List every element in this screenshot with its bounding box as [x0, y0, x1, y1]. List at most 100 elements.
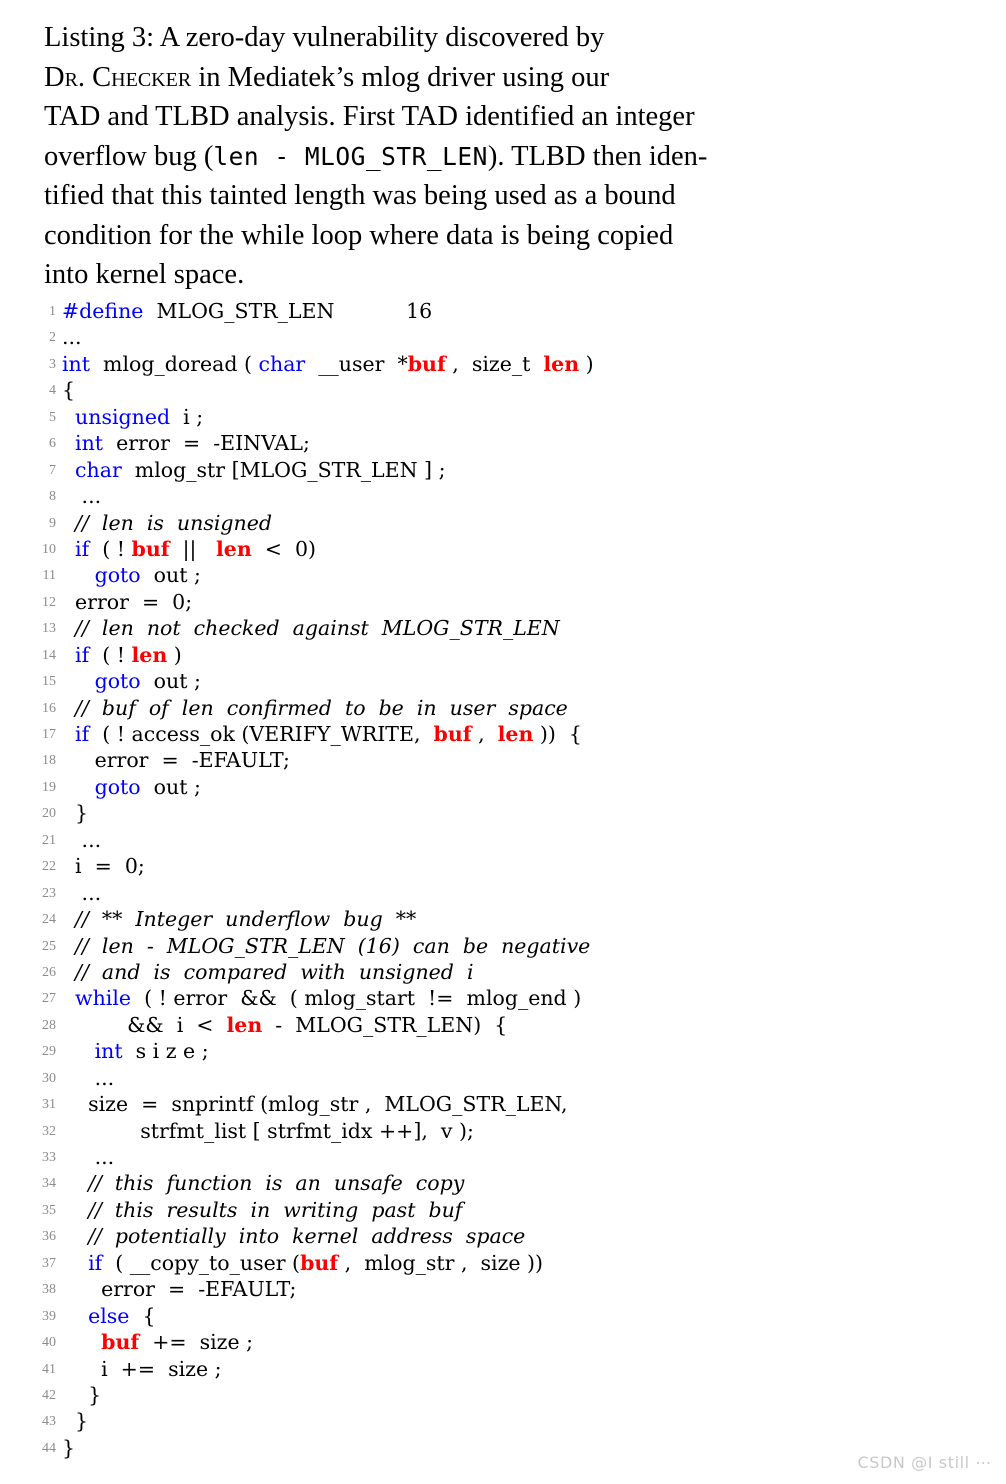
code-line-content: // len not checked against MLOG_STR_LEN: [62, 615, 560, 641]
code-keyword: if: [75, 722, 90, 746]
code-line-number: 39: [42, 1308, 56, 1324]
code-line-number: 22: [42, 859, 56, 875]
code-comment: // this function is an unsafe copy: [88, 1171, 465, 1196]
code-line: 26 // and is compared with unsigned i: [0, 959, 1006, 985]
code-line-content: i += size ;: [62, 1356, 221, 1382]
code-plain: strfmt_list [ strfmt_idx ++], v );: [62, 1118, 474, 1143]
code-line-content: error = -EFAULT;: [62, 747, 290, 773]
code-line-content: // potentially into kernel address space: [62, 1223, 525, 1249]
code-plain: ( ! access_ok (VERIFY_WRITE,: [89, 722, 434, 746]
code-line: 3 int mlog_doread ( char __user *buf , si…: [0, 351, 1006, 377]
code-line-number: 2: [49, 330, 56, 346]
code-plain: s i z e ;: [122, 1039, 209, 1064]
code-line-content: error = 0;: [62, 589, 192, 615]
code-plain: [62, 405, 75, 429]
code-plain: ( __copy_to_user (: [102, 1250, 301, 1275]
code-plain: }: [62, 801, 89, 826]
code-plain: [62, 960, 75, 984]
code-keyword: else: [88, 1303, 130, 1328]
code-plain: && i <: [62, 1012, 227, 1037]
code-comment: // ** Integer underflow bug **: [75, 907, 417, 932]
code-line-content: // buf of len confirmed to be in user sp…: [62, 695, 568, 721]
code-line: 14 if ( ! len ): [0, 642, 1006, 668]
code-line-content: ...: [62, 483, 102, 509]
caption-line: tified that this tainted length was bein…: [44, 176, 796, 216]
code-line-number: 28: [42, 1017, 56, 1033]
code-line-number: 12: [42, 594, 56, 610]
code-plain: {: [129, 1303, 156, 1328]
code-tainted-variable: buf: [407, 351, 446, 376]
code-line-content: // len - MLOG_STR_LEN (16) can be negati…: [62, 933, 590, 959]
code-plain: , mlog_str , size )): [338, 1250, 544, 1275]
code-line: 1 #define MLOG_STR_LEN 16: [0, 298, 1006, 324]
code-line-content: strfmt_list [ strfmt_idx ++], v );: [62, 1118, 474, 1144]
code-line: 17 if ( ! access_ok (VERIFY_WRITE, buf ,…: [0, 721, 1006, 747]
code-keyword: char: [75, 457, 122, 482]
code-line-number: 34: [42, 1176, 56, 1192]
code-line: 22 i = 0;: [0, 853, 1006, 879]
code-plain: size = snprintf (mlog_str , MLOG_STR_LEN…: [62, 1092, 568, 1117]
code-line-content: // this function is an unsafe copy: [62, 1170, 464, 1196]
code-line-number: 23: [42, 885, 56, 901]
code-line-number: 8: [49, 489, 56, 505]
code-line: 36 // potentially into kernel address sp…: [0, 1223, 1006, 1249]
code-plain: error = 0;: [62, 589, 193, 614]
code-line-content: int error = -EINVAL;: [62, 430, 310, 456]
code-line-number: 40: [42, 1335, 56, 1351]
code-line-number: 27: [42, 991, 56, 1007]
code-line-number: 35: [42, 1202, 56, 1218]
code-plain: [62, 643, 75, 667]
code-line-number: 19: [42, 779, 56, 795]
code-tainted-variable: buf: [101, 1330, 140, 1355]
code-plain: - MLOG_STR_LEN) {: [262, 1012, 508, 1037]
code-plain: [62, 537, 75, 561]
code-plain: ): [167, 642, 182, 667]
code-line-content: // len is unsigned: [62, 510, 272, 536]
caption-line: Listing 3: A zero-day vulnerability disc…: [44, 18, 796, 58]
code-line: 28 && i < len - MLOG_STR_LEN) {: [0, 1012, 1006, 1038]
code-plain: i = 0;: [62, 854, 145, 879]
code-line: 42 }: [0, 1382, 1006, 1408]
code-line: 21 ...: [0, 827, 1006, 853]
code-keyword: if: [75, 536, 90, 561]
code-plain: ...: [62, 325, 82, 350]
code-keyword: #define: [62, 299, 144, 323]
code-tainted-variable: len: [131, 642, 168, 667]
code-tainted-variable: buf: [131, 536, 170, 561]
code-comment: // len - MLOG_STR_LEN (16) can be negati…: [75, 933, 591, 958]
code-keyword: goto: [94, 669, 141, 694]
code-line-content: #define MLOG_STR_LEN 16: [62, 298, 432, 324]
code-plain: += size ;: [139, 1330, 254, 1355]
code-line-content: }: [62, 800, 88, 826]
code-line-number: 3: [49, 356, 56, 372]
code-keyword: goto: [94, 774, 141, 799]
code-line-content: ...: [62, 1144, 115, 1170]
code-line: 24 // ** Integer underflow bug **: [0, 906, 1006, 932]
caption-text: TAD and TLBD analysis. First TAD identif…: [44, 101, 695, 132]
code-line: 30 ...: [0, 1065, 1006, 1091]
code-line-content: goto out ;: [62, 774, 201, 800]
caption-text: Listing 3: A zero-day vulnerability disc…: [44, 22, 605, 53]
code-plain: [62, 775, 95, 799]
code-keyword: if: [75, 642, 90, 667]
code-line-content: goto out ;: [62, 562, 201, 588]
code-line-number: 30: [42, 1070, 56, 1086]
code-plain: ...: [62, 880, 102, 905]
caption-line: Dr. Checker in Mediatek’s mlog driver us…: [44, 58, 796, 98]
caption-line: into kernel space.: [44, 255, 796, 295]
code-line-content: if ( __copy_to_user (buf , mlog_str , si…: [62, 1250, 543, 1276]
caption-text: in Mediatek’s mlog driver using our: [191, 61, 610, 93]
code-line: 35 // this results in writing past buf: [0, 1197, 1006, 1223]
code-comment: // potentially into kernel address space: [88, 1224, 526, 1249]
code-keyword: goto: [94, 563, 141, 588]
code-plain: out ;: [140, 669, 201, 694]
caption-text: into kernel space.: [44, 259, 245, 290]
code-plain: error = -EINVAL;: [103, 431, 310, 456]
caption-line: TAD and TLBD analysis. First TAD identif…: [44, 97, 796, 137]
code-line: 40 buf += size ;: [0, 1329, 1006, 1355]
code-plain: [62, 1330, 101, 1354]
code-line: 29 int s i z e ;: [0, 1038, 1006, 1064]
code-plain: [62, 722, 75, 746]
code-plain: [62, 669, 95, 693]
code-line: 44}: [0, 1435, 1006, 1461]
